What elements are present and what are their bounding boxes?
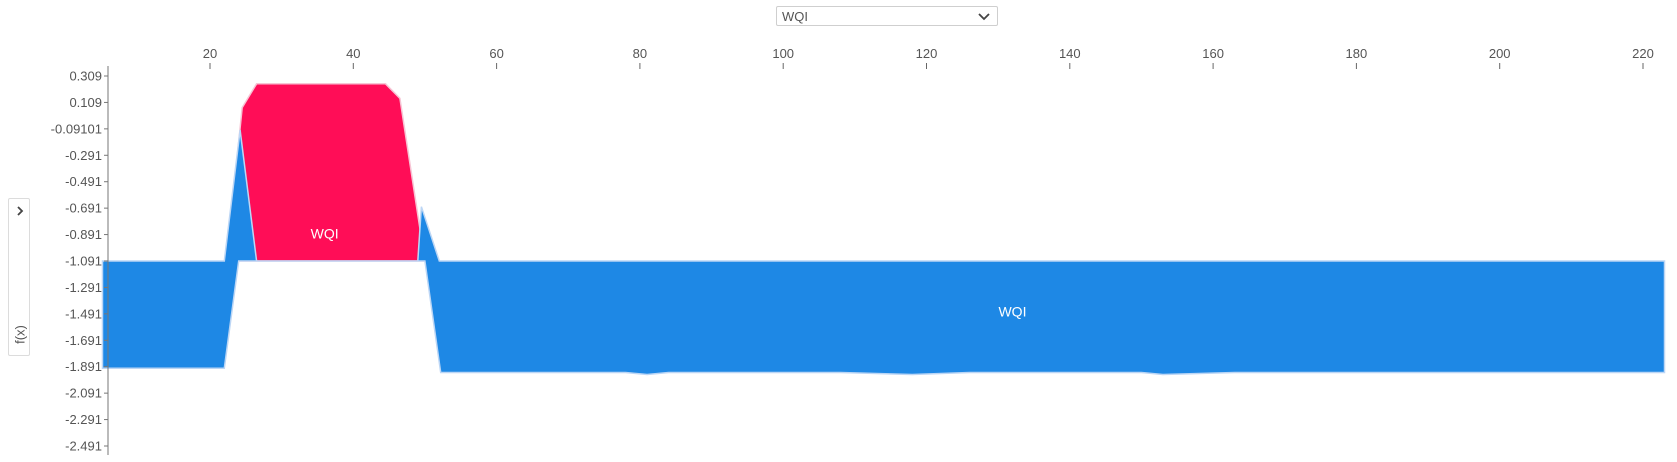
y-tick-label: -0.291 [65,148,102,163]
y-tick-label: -0.891 [65,227,102,242]
y-tick-label: -0.691 [65,201,102,216]
y-tick-label: -1.291 [65,280,102,295]
area-label: WQI [998,303,1026,319]
y-tick-label: -1.691 [65,333,102,348]
y-tick-label: -2.091 [65,386,102,401]
x-tick-label: 20 [203,46,217,61]
y-tick-label: -1.491 [65,306,102,321]
x-tick-label: 160 [1202,46,1224,61]
y-tick-label: -1.891 [65,359,102,374]
x-tick-label: 120 [916,46,938,61]
y-tick-label: -2.291 [65,412,102,427]
x-tick-label: 80 [633,46,647,61]
y-tick-label: 0.109 [69,95,102,110]
y-tick-label: -1.091 [65,254,102,269]
y-tick-label: -2.491 [65,439,102,454]
x-tick-label: 140 [1059,46,1081,61]
x-tick-label: 180 [1346,46,1368,61]
y-tick-label: 0.309 [69,69,102,84]
x-tick-label: 60 [489,46,503,61]
x-tick-label: 220 [1632,46,1654,61]
y-tick-label: -0.09101 [51,121,102,136]
x-tick-label: 100 [772,46,794,61]
additive-force-chart: 20 40 60 80 100 120 140 160 180 200 220 0.309 0.109… [51,46,1666,455]
x-tick-label: 40 [346,46,360,61]
x-tick-label: 200 [1489,46,1511,61]
y-tick-label: -0.491 [65,174,102,189]
area-label: WQI [311,225,339,241]
